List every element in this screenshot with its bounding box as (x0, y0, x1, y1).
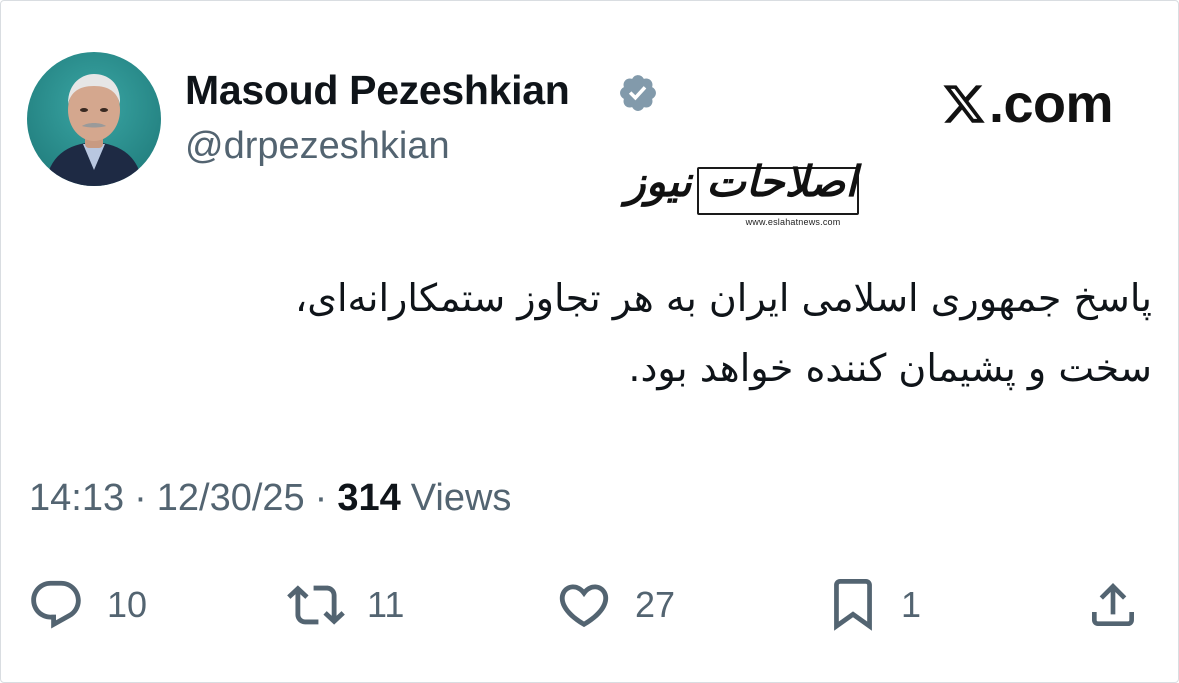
meta-separator: · (134, 477, 147, 519)
like-count: 27 (635, 584, 676, 625)
tweet-text: پاسخ جمهوری اسلامی ایران به هر تجاوز ستم… (32, 263, 1152, 403)
reply-button[interactable]: 10 (27, 575, 147, 635)
heart-icon (559, 584, 609, 628)
reply-icon (31, 580, 81, 629)
retweet-button[interactable]: 11 (287, 575, 404, 635)
tweet-time[interactable]: 14:13 (29, 477, 124, 520)
tweet-line: سخت و پشیمان کننده خواهد بود. (628, 346, 1152, 390)
news-watermark: اصلاحات نیوز www.eslahatnews.com (625, 147, 863, 233)
x-logo-icon (943, 85, 985, 123)
author-name[interactable]: Masoud Pezeshkian (185, 67, 570, 114)
views-label: Views (410, 477, 512, 519)
bookmark-icon (834, 579, 872, 631)
watermark-logo-text: اصلاحات نیوز (625, 157, 857, 206)
verified-badge-icon (620, 75, 656, 111)
brand-mark: .com (941, 73, 1114, 135)
tweet-meta: 14:13 · 12/30/25 · 314 Views (29, 477, 511, 520)
like-button[interactable]: 27 (555, 575, 675, 635)
brand-text: .com (989, 74, 1114, 134)
tweet-date[interactable]: 12/30/25 (157, 477, 305, 520)
bookmark-button[interactable]: 1 (827, 575, 921, 635)
retweet-icon (287, 585, 345, 625)
tweet-line: پاسخ جمهوری اسلامی ایران به هر تجاوز ستم… (294, 276, 1152, 320)
avatar-photo (27, 52, 161, 186)
retweet-count: 11 (367, 584, 405, 625)
watermark-url: www.eslahatnews.com (745, 217, 841, 227)
share-button[interactable] (1085, 575, 1141, 635)
share-icon (1092, 583, 1134, 626)
reply-count: 10 (107, 584, 148, 625)
meta-separator: · (314, 477, 328, 519)
tweet-card: Masoud Pezeshkian @drpezeshkian .com اصل… (0, 0, 1179, 683)
bookmark-count: 1 (901, 584, 922, 625)
avatar[interactable] (27, 52, 161, 186)
author-handle[interactable]: @drpezeshkian (185, 125, 450, 168)
views-count: 314 (337, 477, 401, 519)
